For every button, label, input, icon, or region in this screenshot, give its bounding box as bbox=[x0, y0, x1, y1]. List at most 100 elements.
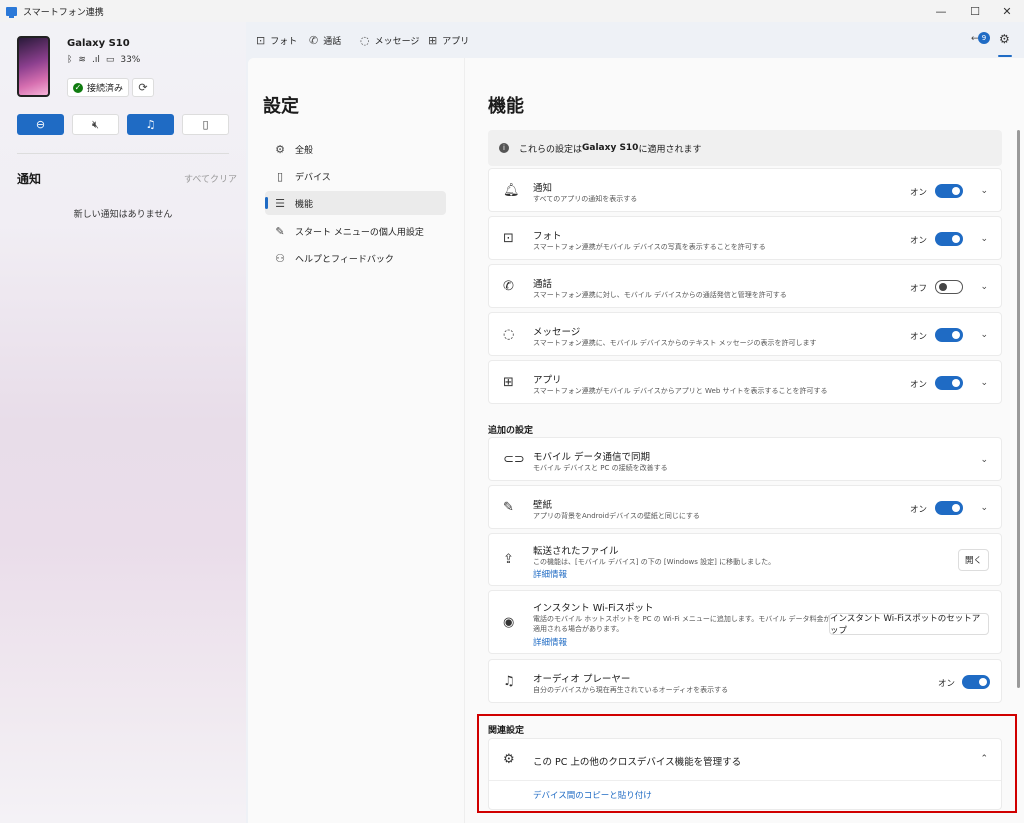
people-icon: ⚇ bbox=[275, 251, 285, 265]
battery-level: 33% bbox=[120, 55, 141, 65]
empty-notifications-text: 新しい通知はありません bbox=[73, 210, 173, 220]
divider bbox=[17, 153, 229, 154]
music-icon: ♫ bbox=[145, 118, 156, 131]
learn-more-link[interactable]: 詳細情報 bbox=[533, 568, 567, 580]
nav-label: 機能 bbox=[295, 199, 314, 210]
title-bar: スマートフォン連携 — ☐ ✕ bbox=[0, 0, 1024, 22]
settings-nav-general[interactable]: ⚙ 全般 bbox=[265, 137, 446, 161]
info-suffix: に適用されます bbox=[638, 144, 702, 155]
settings-gear-icon[interactable]: ⚙ bbox=[999, 32, 1010, 46]
feature-row-messages[interactable]: ◌ メッセージ スマートフォン連携に、モバイル デバイスからのテキスト メッセー… bbox=[488, 312, 1002, 356]
toggle-state: オン bbox=[937, 679, 955, 689]
clear-all-link[interactable]: すべてクリア bbox=[184, 172, 237, 185]
transferred-files-row: ⇪ 転送されたファイル この機能は、[モバイル デバイス] の下の [Windo… bbox=[488, 533, 1002, 586]
tab-photos-label: フォト bbox=[270, 36, 298, 47]
media-button[interactable]: ♫ bbox=[127, 114, 174, 135]
highlight-box bbox=[477, 714, 1017, 813]
do-not-disturb-button[interactable]: ⊖ bbox=[17, 114, 64, 135]
message-icon: ◌ bbox=[503, 327, 515, 342]
row-desc: モバイル デバイスと PC の接続を改善する bbox=[533, 464, 668, 472]
additional-settings-header: 追加の設定 bbox=[488, 426, 534, 436]
toggle-switch[interactable] bbox=[935, 328, 963, 342]
features-title: 機能 bbox=[488, 96, 524, 117]
tab-messages[interactable]: ◌ メッセージ bbox=[360, 22, 419, 58]
chevron-down-icon[interactable]: ⌄ bbox=[980, 186, 988, 196]
open-button[interactable]: 開く bbox=[958, 549, 989, 571]
wallpaper-row[interactable]: ✎ 壁紙 アプリの背景をAndroidデバイスの壁紙と同じにする オン ⌄ bbox=[488, 485, 1002, 529]
settings-nav-device[interactable]: ▯ デバイス bbox=[265, 164, 446, 188]
signal-icon: .ıl bbox=[91, 55, 100, 65]
info-device: Galaxy S10 bbox=[582, 143, 639, 153]
chevron-down-icon[interactable]: ⌄ bbox=[980, 234, 988, 244]
tab-calls[interactable]: ✆ 通話 bbox=[309, 22, 341, 58]
chevron-down-icon[interactable]: ⌄ bbox=[980, 455, 988, 465]
row-desc: 電話のモバイル ホットスポットを PC の Wi-Fi メニューに追加します。モ… bbox=[533, 615, 831, 623]
toggle-switch[interactable] bbox=[935, 184, 963, 198]
tab-photos[interactable]: ⊡ フォト bbox=[256, 22, 297, 58]
chevron-down-icon[interactable]: ⌄ bbox=[980, 503, 988, 513]
bluetooth-icon: ᛒ bbox=[67, 55, 73, 65]
learn-more-link[interactable]: 詳細情報 bbox=[533, 636, 567, 648]
toggle-switch[interactable] bbox=[935, 501, 963, 515]
chevron-down-icon[interactable]: ⌄ bbox=[980, 282, 988, 292]
call-icon: ✆ bbox=[503, 279, 514, 294]
bell-icon: 🔔︎ bbox=[503, 183, 520, 198]
close-button[interactable]: ✕ bbox=[990, 0, 1024, 22]
tab-apps[interactable]: ⊞ アプリ bbox=[428, 22, 469, 58]
toggle-switch[interactable] bbox=[962, 675, 990, 689]
feature-row-notifications[interactable]: 🔔︎ 通知 すべてのアプリの通知を表示する オン ⌄ bbox=[488, 168, 1002, 212]
row-desc: スマートフォン連携がモバイル デバイスの写真を表示することを許可する bbox=[533, 243, 766, 251]
refresh-button[interactable]: ⟳ bbox=[132, 78, 154, 97]
connection-status-button[interactable]: ✓ 接続済み bbox=[67, 78, 129, 97]
photo-icon: ⊡ bbox=[503, 231, 514, 246]
photo-icon: ⊡ bbox=[256, 33, 266, 47]
settings-nav-features[interactable]: ☰ 機能 bbox=[265, 191, 446, 215]
row-title: インスタント Wi-Fiスポット bbox=[533, 603, 654, 614]
row-title: 転送されたファイル bbox=[533, 546, 619, 557]
toggle-state: オン bbox=[909, 188, 927, 198]
info-bar: i これらの設定は Galaxy S10 に適用されます bbox=[488, 130, 1002, 166]
row-desc: スマートフォン連携に対し、モバイル デバイスからの通話発信と管理を許可する bbox=[533, 291, 787, 299]
feature-row-photos[interactable]: ⊡ フォト スマートフォン連携がモバイル デバイスの写真を表示することを許可する… bbox=[488, 216, 1002, 260]
chevron-down-icon[interactable]: ⌄ bbox=[980, 378, 988, 388]
tab-calls-label: 通話 bbox=[323, 36, 342, 47]
link-icon: ⊂⊃ bbox=[503, 452, 525, 467]
phone-audio-icon: ▯ bbox=[202, 118, 209, 131]
maximize-button[interactable]: ☐ bbox=[958, 0, 992, 22]
toggle-state: オン bbox=[909, 380, 927, 390]
nav-label: スタート メニューの個人用設定 bbox=[295, 227, 424, 238]
chevron-down-icon[interactable]: ⌄ bbox=[980, 330, 988, 340]
row-desc: 適用される場合があります。 bbox=[533, 625, 624, 633]
tab-messages-label: メッセージ bbox=[374, 36, 420, 47]
toggle-state: オフ bbox=[909, 284, 927, 294]
phone-image bbox=[17, 36, 50, 97]
list-icon: ☰ bbox=[275, 196, 285, 210]
toggle-switch[interactable] bbox=[935, 280, 963, 294]
info-icon: i bbox=[499, 143, 509, 153]
toggle-switch[interactable] bbox=[935, 376, 963, 390]
wifi-icon: ≋ bbox=[78, 55, 86, 65]
mute-button[interactable]: 🔇︎ bbox=[72, 114, 119, 135]
settings-nav-help[interactable]: ⚇ ヘルプとフィードバック bbox=[265, 246, 446, 270]
scrollbar[interactable] bbox=[1017, 130, 1020, 688]
nav-label: 全般 bbox=[295, 145, 314, 156]
minus-circle-icon: ⊖ bbox=[35, 118, 46, 131]
share-icon: ⇪ bbox=[503, 552, 514, 567]
audio-device-button[interactable]: ▯ bbox=[182, 114, 229, 135]
toggle-state: オン bbox=[909, 505, 927, 515]
audio-player-row: ♫ オーディオ プレーヤー 自分のデバイスから現在再生されているオーディオを表示… bbox=[488, 659, 1002, 703]
music-icon: ♫ bbox=[503, 674, 515, 689]
row-title: モバイル データ通信で同期 bbox=[533, 452, 651, 463]
nav-label: デバイス bbox=[295, 172, 331, 183]
instant-hotspot-row: ◉ インスタント Wi-Fiスポット 電話のモバイル ホットスポットを PC の… bbox=[488, 590, 1002, 654]
mobile-data-sync-row[interactable]: ⊂⊃ モバイル データ通信で同期 モバイル デバイスと PC の接続を改善する … bbox=[488, 437, 1002, 481]
feature-row-apps[interactable]: ⊞ アプリ スマートフォン連携がモバイル デバイスからアプリと Web サイトを… bbox=[488, 360, 1002, 404]
hotspot-setup-button[interactable]: インスタント Wi-Fiスポットのセットアップ bbox=[829, 613, 989, 636]
app-icon bbox=[6, 6, 17, 18]
toggle-switch[interactable] bbox=[935, 232, 963, 246]
settings-nav-start-menu[interactable]: ✎ スタート メニューの個人用設定 bbox=[265, 219, 446, 243]
feature-row-calls[interactable]: ✆ 通話 スマートフォン連携に対し、モバイル デバイスからの通話発信と管理を許可… bbox=[488, 264, 1002, 308]
minimize-button[interactable]: — bbox=[924, 0, 958, 22]
mute-icon: 🔇︎ bbox=[92, 117, 99, 131]
apps-icon: ⊞ bbox=[428, 33, 438, 47]
